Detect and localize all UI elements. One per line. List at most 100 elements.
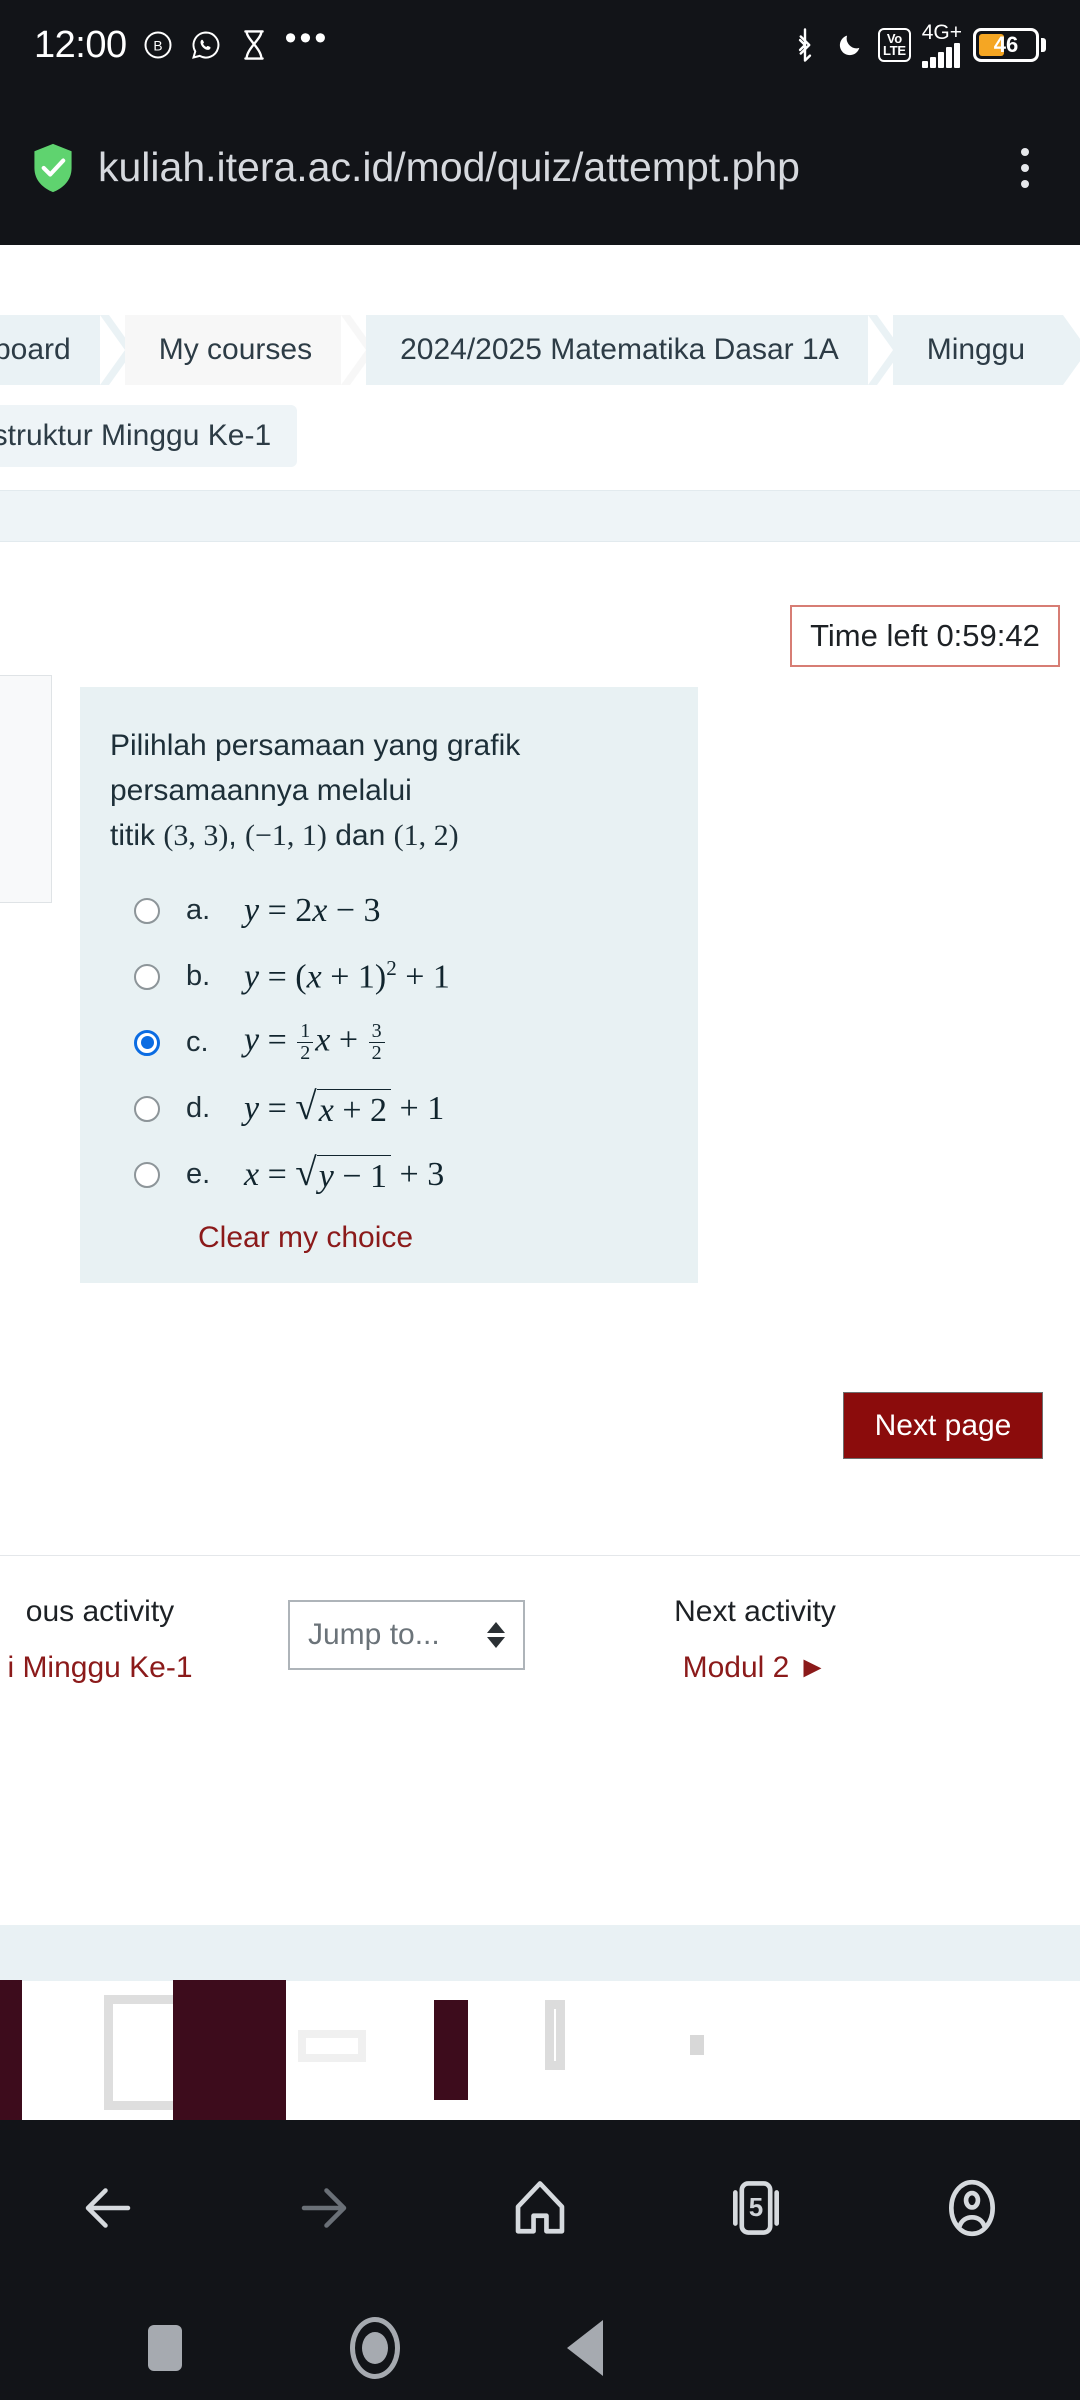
kebab-menu-icon[interactable] (1000, 147, 1050, 188)
url-text[interactable]: kuliah.itera.ac.id/mod/quiz/attempt.php (98, 144, 1000, 191)
question-info-panel: 1 ut of (0, 675, 52, 903)
answer-option-e[interactable]: e. x = √ y − 1 + 3 (134, 1152, 668, 1197)
footer-placeholder-block (298, 2030, 366, 2062)
browser-bottom-nav: 5 (0, 2120, 1080, 2295)
answer-options: a. y = 2x − 3 b. y = (x + 1)2 + 1 c. y =… (110, 888, 668, 1255)
answer-formula-e: x = √ y − 1 + 3 (244, 1151, 445, 1195)
shield-check-icon (30, 142, 76, 194)
profile-icon[interactable] (917, 2153, 1027, 2263)
answer-option-a[interactable]: a. y = 2x − 3 (134, 888, 668, 933)
answer-option-d[interactable]: d. y = √ x + 2 + 1 (134, 1086, 668, 1131)
tab-switcher-button[interactable]: 5 (701, 2153, 811, 2263)
home-circle-icon[interactable] (315, 2308, 435, 2388)
section-divider (0, 1555, 1080, 1556)
footer-placeholder-block (434, 2000, 468, 2100)
question-sep-2: dan (326, 819, 394, 852)
jump-to-label: Jump to... (308, 1618, 440, 1651)
recents-square-icon[interactable] (105, 2308, 225, 2388)
breadcrumb-label: Minggu (926, 333, 1026, 366)
status-bar-left: 12:00 B ••• (34, 19, 330, 67)
activity-navigation: ous activity i Minggu Ke-1 Jump to... Ne… (0, 1575, 1080, 1755)
android-status-bar: 12:00 B ••• Vo LTE 4G+ 46 (0, 0, 1080, 90)
bluetooth-icon (788, 28, 822, 62)
footer-band (0, 1925, 1080, 1981)
browser-url-bar[interactable]: kuliah.itera.ac.id/mod/quiz/attempt.php (0, 90, 1080, 245)
breadcrumb-label: My courses (158, 333, 313, 366)
answer-formula-d: y = √ x + 2 + 1 (244, 1085, 445, 1129)
back-arrow-icon[interactable] (53, 2153, 163, 2263)
battery-percent-label: 46 (993, 32, 1019, 57)
breadcrumb-item-course[interactable]: 2024/2025 Matematika Dasar 1A (341, 315, 902, 385)
question-point-3: (1, 2) (393, 819, 459, 852)
signal-bars-icon: 4G+ (921, 21, 962, 68)
footer-placeholder-block (690, 2035, 704, 2055)
hourglass-icon (237, 28, 271, 62)
breadcrumb-item-week[interactable]: Minggu (867, 315, 1080, 385)
question-line-2-prefix: titik (110, 819, 164, 852)
quiz-timer: Time left 0:59:42 (790, 605, 1060, 667)
web-page-content: board My courses 2024/2025 Matematika Da… (0, 245, 1080, 2120)
radio-button-b[interactable] (134, 963, 160, 990)
answer-letter: c. (186, 1026, 209, 1058)
more-notifications-icon: ••• (284, 19, 330, 57)
footer-placeholder-block (173, 1980, 286, 2120)
whatsapp-icon (189, 28, 223, 62)
question-point-1: (3, 3) (163, 819, 229, 852)
tab-count-label: 5 (748, 2192, 764, 2222)
network-type-label: 4G+ (921, 21, 962, 44)
volte-bottom: LTE (883, 43, 906, 58)
radio-button-d[interactable] (134, 1095, 160, 1122)
question-point-2: (−1, 1) (245, 819, 327, 852)
clear-my-choice-link[interactable]: Clear my choice (134, 1221, 668, 1255)
question-text: Pilihlah persamaan yang grafik persamaan… (110, 723, 668, 858)
status-bar-right: Vo LTE 4G+ 46 (788, 22, 1046, 68)
home-icon[interactable] (485, 2153, 595, 2263)
bank-app-icon: B (141, 28, 175, 62)
answer-option-b[interactable]: b. y = (x + 1)2 + 1 (134, 954, 668, 999)
breadcrumb-label: 2024/2025 Matematika Dasar 1A (400, 333, 839, 366)
do-not-disturb-moon-icon (833, 28, 867, 62)
previous-activity-heading: ous activity (25, 1595, 175, 1628)
answer-formula-b: y = (x + 1)2 + 1 (244, 956, 450, 996)
quiz-timer-label: Time left 0:59:42 (810, 618, 1040, 653)
breadcrumb-label: board (0, 333, 71, 366)
page-section-band (0, 490, 1080, 542)
back-triangle-icon[interactable] (525, 2308, 645, 2388)
footer-placeholder-block (104, 1995, 184, 2110)
question-number: 1 (0, 694, 35, 731)
clock-time: 12:00 (34, 23, 127, 66)
answer-formula-c: y = 12x + 32 (244, 1021, 387, 1064)
answer-letter: e. (186, 1158, 211, 1190)
answer-letter: b. (186, 960, 211, 992)
radio-button-e[interactable] (134, 1161, 160, 1188)
android-navigation-bar (0, 2295, 1080, 2400)
previous-activity-block: ous activity i Minggu Ke-1 (0, 1595, 270, 1685)
breadcrumb-label: erstruktur Minggu Ke-1 (0, 419, 272, 452)
footer-placeholder-block (545, 2000, 565, 2070)
answer-formula-a: y = 2x − 3 (244, 891, 381, 929)
answer-letter: a. (186, 894, 211, 926)
phone-screen: 12:00 B ••• Vo LTE 4G+ 46 kuliah.itera.a… (0, 0, 1080, 2400)
answer-letter: d. (186, 1092, 211, 1124)
next-page-button[interactable]: Next page (843, 1392, 1043, 1459)
svg-text:B: B (153, 39, 162, 54)
previous-activity-link[interactable]: i Minggu Ke-1 (0, 1651, 270, 1685)
breadcrumb-item-my-courses[interactable]: My courses (99, 315, 376, 385)
next-activity-heading: Next activity (674, 1595, 836, 1628)
question-sep-1: , (228, 819, 245, 852)
footer-placeholder-block (0, 1980, 22, 2120)
question-body: Pilihlah persamaan yang grafik persamaan… (80, 687, 698, 1283)
answer-option-c[interactable]: c. y = 12x + 32 (134, 1020, 668, 1065)
next-activity-link[interactable]: Modul 2 ► (430, 1651, 1080, 1685)
breadcrumb-item-dashboard[interactable]: board (0, 315, 134, 385)
radio-button-a[interactable] (134, 897, 160, 924)
signal-strength-bars (921, 43, 960, 68)
volte-icon: Vo LTE (878, 28, 911, 62)
battery-icon: 46 (973, 28, 1046, 62)
question-line-1: Pilihlah persamaan yang grafik persamaan… (110, 729, 521, 807)
radio-button-c[interactable] (134, 1029, 160, 1056)
forward-arrow-icon[interactable] (269, 2153, 379, 2263)
breadcrumb: board My courses 2024/2025 Matematika Da… (0, 315, 1080, 385)
breadcrumb-item-activity[interactable]: erstruktur Minggu Ke-1 (0, 405, 298, 467)
next-activity-block: Next activity Modul 2 ► (430, 1595, 1080, 1685)
